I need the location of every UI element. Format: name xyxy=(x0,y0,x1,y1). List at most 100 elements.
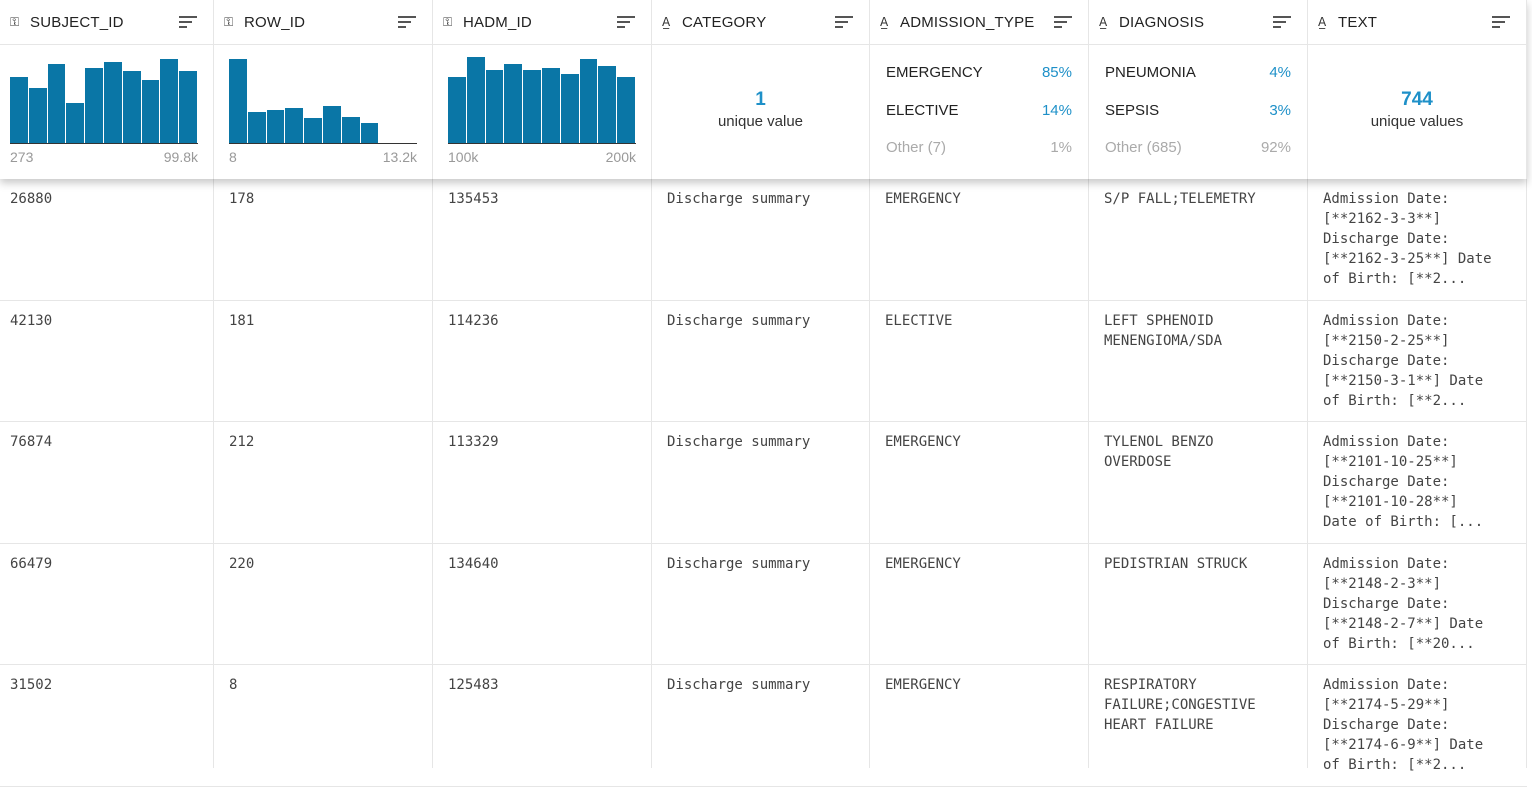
cell-row-id[interactable]: 181 xyxy=(214,301,433,423)
histogram-bar xyxy=(247,112,267,143)
frequency-item[interactable]: SEPSIS 3% xyxy=(1105,102,1291,122)
column-header-hadm-id[interactable]: ⚿ HADM_ID xyxy=(433,0,651,45)
column-header-admission-type[interactable]: A̲ ADMISSION_TYPE xyxy=(870,0,1088,45)
column-admission-type: A̲ ADMISSION_TYPE EMERGENCY 85% ELECTIVE… xyxy=(870,0,1089,179)
text-type-icon: A̲ xyxy=(1099,15,1108,29)
cell-row-id[interactable]: 220 xyxy=(214,544,433,666)
histogram-bar xyxy=(66,103,86,143)
range-max: 13.2k xyxy=(382,149,417,165)
cell-subject-id[interactable]: 42130 xyxy=(0,301,214,423)
unique-count: 1 unique value xyxy=(652,89,869,130)
cell-diagnosis[interactable]: LEFT SPHENOID MENENGIOMA/SDA xyxy=(1089,301,1308,423)
histogram-bar xyxy=(10,77,29,143)
range-max: 200k xyxy=(605,149,636,165)
cell-text[interactable]: Admission Date: [**2150-2-25**] Discharg… xyxy=(1308,301,1527,423)
unique-count-number: 1 xyxy=(755,89,766,110)
sort-icon[interactable] xyxy=(835,15,853,29)
frequency-other: Other (7) 1% xyxy=(886,139,1072,159)
sort-icon[interactable] xyxy=(1054,15,1072,29)
cell-category[interactable]: Discharge summary xyxy=(652,301,870,423)
unique-count-label: unique values xyxy=(1370,113,1464,130)
frequency-percent: 1% xyxy=(1050,139,1072,156)
histogram-bar xyxy=(617,77,636,143)
column-header-category[interactable]: A̲ CATEGORY xyxy=(652,0,869,45)
cell-subject-id[interactable]: 31502 xyxy=(0,665,214,787)
column-header-text[interactable]: A̲ TEXT xyxy=(1308,0,1526,45)
cell-subject-id[interactable]: 26880 xyxy=(0,179,214,301)
cell-diagnosis[interactable]: S/P FALL;TELEMETRY xyxy=(1089,179,1308,301)
histogram xyxy=(448,55,636,144)
sort-icon[interactable] xyxy=(398,15,416,29)
histogram-bar xyxy=(122,70,142,143)
cell-admission-type[interactable]: ELECTIVE xyxy=(870,301,1089,423)
cell-subject-id[interactable]: 76874 xyxy=(0,422,214,544)
cell-hadm-id[interactable]: 135453 xyxy=(433,179,652,301)
histogram-bar xyxy=(542,68,561,143)
cell-category[interactable]: Discharge summary xyxy=(652,422,870,544)
cell-category[interactable]: Discharge summary xyxy=(652,179,870,301)
histogram-bar xyxy=(141,79,161,143)
cell-row-id[interactable]: 178 xyxy=(214,179,433,301)
frequency-label: ELECTIVE xyxy=(886,102,959,119)
cell-row-id[interactable]: 212 xyxy=(214,422,433,544)
column-header-subject-id[interactable]: ⚿ SUBJECT_ID xyxy=(0,0,213,45)
frequency-other: Other (685) 92% xyxy=(1105,139,1291,159)
histogram-bar xyxy=(85,68,104,143)
histogram-bar xyxy=(304,118,323,143)
cell-admission-type[interactable]: EMERGENCY xyxy=(870,665,1089,787)
cell-hadm-id[interactable]: 134640 xyxy=(433,544,652,666)
cell-hadm-id[interactable]: 114236 xyxy=(433,301,652,423)
cell-diagnosis[interactable]: RESPIRATORY FAILURE;CONGESTIVE HEART FAI… xyxy=(1089,665,1308,787)
cell-category[interactable]: Discharge summary xyxy=(652,665,870,787)
cell-hadm-id[interactable]: 125483 xyxy=(433,665,652,787)
cell-row-id[interactable]: 8 xyxy=(214,665,433,787)
table-header: ⚿ SUBJECT_ID 273 99.8k ⚿ ROW_ID 8 13.2k … xyxy=(0,0,1527,179)
cell-text[interactable]: Admission Date: [**2174-5-29**] Discharg… xyxy=(1308,665,1527,787)
histogram-bar xyxy=(28,88,48,143)
column-name: ROW_ID xyxy=(244,13,306,31)
cell-text[interactable]: Admission Date: [**2162-3-3**] Discharge… xyxy=(1308,179,1527,301)
histogram-bar xyxy=(579,59,599,143)
sort-icon[interactable] xyxy=(179,15,197,29)
frequency-label: SEPSIS xyxy=(1105,102,1160,119)
cell-hadm-id[interactable]: 113329 xyxy=(433,422,652,544)
frequency-item[interactable]: ELECTIVE 14% xyxy=(886,102,1072,122)
cell-subject-id[interactable]: 66479 xyxy=(0,544,214,666)
column-header-diagnosis[interactable]: A̲ DIAGNOSIS xyxy=(1089,0,1307,45)
cell-diagnosis[interactable]: TYLENOL BENZO OVERDOSE xyxy=(1089,422,1308,544)
column-name: HADM_ID xyxy=(463,13,532,31)
data-grid: 26880 178 135453 Discharge summary EMERGENCY… xyxy=(0,0,1527,787)
table-row[interactable]: 76874 212 113329 Discharge summary EMERGENCY… xyxy=(0,422,1527,544)
column-hadm-id: ⚿ HADM_ID 100k 200k xyxy=(433,0,652,179)
histogram-bar xyxy=(179,70,198,143)
sort-icon[interactable] xyxy=(1273,15,1291,29)
cell-admission-type[interactable]: EMERGENCY xyxy=(870,422,1089,544)
column-header-row-id[interactable]: ⚿ ROW_ID xyxy=(214,0,432,45)
frequency-label: Other (7) xyxy=(886,139,947,156)
frequency-label: PNEUMONIA xyxy=(1105,64,1196,81)
histogram-bar xyxy=(448,77,467,143)
cell-diagnosis[interactable]: PEDISTRIAN STRUCK xyxy=(1089,544,1308,666)
table-row[interactable]: 42130 181 114236 Discharge summary ELECTIVE L… xyxy=(0,301,1527,423)
text-type-icon: A̲ xyxy=(880,15,889,29)
column-name: ADMISSION_TYPE xyxy=(900,13,1035,31)
frequency-item[interactable]: PNEUMONIA 4% xyxy=(1105,64,1291,84)
histogram-bar xyxy=(560,74,580,143)
range-max: 99.8k xyxy=(163,149,198,165)
table-row[interactable]: 31502 8 125483 Discharge summary EMERGENCY RE… xyxy=(0,665,1527,787)
column-subject-id: ⚿ SUBJECT_ID 273 99.8k xyxy=(0,0,214,179)
frequency-percent: 3% xyxy=(1269,102,1291,119)
sort-icon[interactable] xyxy=(1492,15,1510,29)
frequency-item[interactable]: EMERGENCY 85% xyxy=(886,64,1072,84)
histogram-bar xyxy=(523,69,542,143)
text-type-icon: A̲ xyxy=(1318,15,1327,29)
range-min: 273 xyxy=(10,149,34,165)
cell-text[interactable]: Admission Date: [**2101-10-25**] Dischar… xyxy=(1308,422,1527,544)
table-row[interactable]: 26880 178 135453 Discharge summary EMERGENCY… xyxy=(0,179,1527,301)
cell-admission-type[interactable]: EMERGENCY xyxy=(870,544,1089,666)
cell-text[interactable]: Admission Date: [**2148-2-3**] Discharge… xyxy=(1308,544,1527,666)
sort-icon[interactable] xyxy=(617,15,635,29)
table-row[interactable]: 66479 220 134640 Discharge summary EMERGENCY… xyxy=(0,544,1527,666)
cell-admission-type[interactable]: EMERGENCY xyxy=(870,179,1089,301)
cell-category[interactable]: Discharge summary xyxy=(652,544,870,666)
